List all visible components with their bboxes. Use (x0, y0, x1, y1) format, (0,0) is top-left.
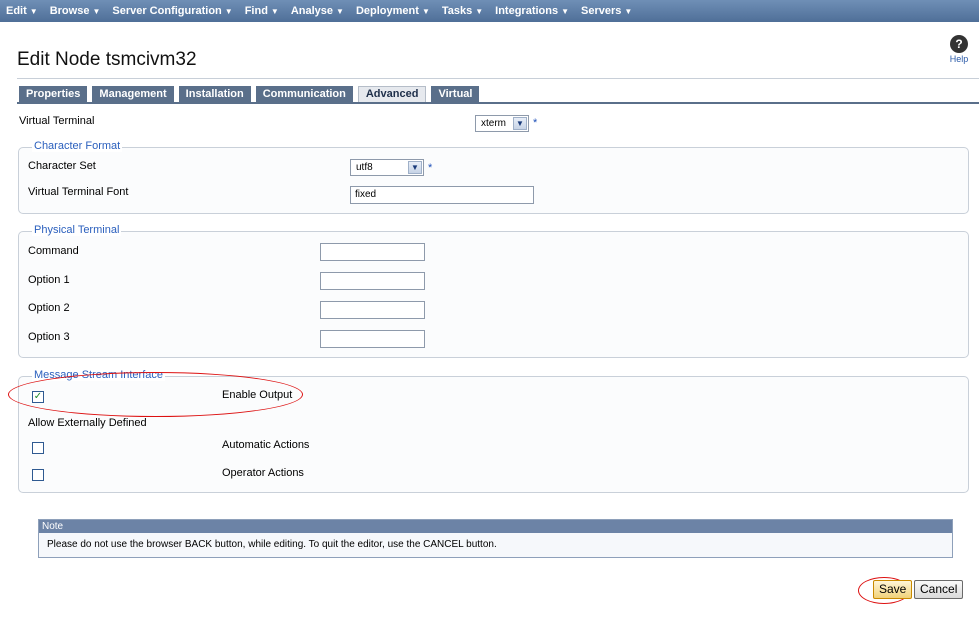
menu-edit-label: Edit (6, 5, 27, 17)
chevron-down-icon: ▼ (475, 6, 484, 16)
page-title: Edit Node tsmcivm32 (17, 49, 197, 70)
menu-find[interactable]: Find ▼ (245, 5, 279, 17)
option-1-label: Option 1 (28, 274, 70, 286)
chevron-down-icon: ▼ (270, 6, 279, 16)
command-input[interactable] (320, 243, 425, 261)
physical-terminal-legend: Physical Terminal (32, 224, 122, 236)
title-divider (17, 78, 979, 79)
option-3-label: Option 3 (28, 331, 70, 343)
chevron-down-icon: ▼ (29, 6, 38, 16)
allow-externally-defined-label: Allow Externally Defined (28, 417, 147, 429)
chevron-down-icon: ▼ (224, 6, 233, 16)
virtual-terminal-value: xterm (481, 118, 506, 129)
help-button[interactable]: ? Help (944, 35, 974, 64)
message-stream-legend: Message Stream Interface (32, 369, 166, 381)
chevron-down-icon: ▼ (408, 161, 422, 174)
menu-browse[interactable]: Browse ▼ (50, 5, 101, 17)
virtual-terminal-font-label: Virtual Terminal Font (28, 186, 129, 198)
physical-terminal-group (18, 231, 969, 358)
character-set-select[interactable]: utf8 ▼ (350, 159, 424, 176)
menu-integrations-label: Integrations (495, 5, 559, 17)
menu-deployment[interactable]: Deployment ▼ (356, 5, 430, 17)
tab-properties[interactable]: Properties (19, 86, 88, 102)
character-format-legend: Character Format (32, 140, 123, 152)
menu-analyse[interactable]: Analyse ▼ (291, 5, 344, 17)
automatic-actions-label: Automatic Actions (222, 439, 310, 451)
menu-analyse-label: Analyse (290, 5, 334, 17)
menu-tasks[interactable]: Tasks ▼ (442, 5, 483, 17)
required-marker: * (533, 117, 538, 129)
checkmark-icon: ✓ (33, 391, 43, 402)
enable-output-checkbox[interactable]: ✓ (32, 391, 44, 403)
tab-virtual[interactable]: Virtual (431, 86, 480, 102)
menu-tasks-label: Tasks (441, 5, 473, 17)
note-text: Please do not use the browser BACK butto… (39, 533, 952, 557)
menu-bar: Edit ▼ Browse ▼ Server Configuration ▼ Find… (0, 0, 979, 22)
save-button[interactable]: Save (873, 580, 913, 599)
menu-deployment-label: Deployment (355, 5, 419, 17)
note-box: Note Please do not use the browser BACK … (38, 519, 953, 558)
tab-divider (17, 102, 979, 104)
menu-browse-label: Browse (49, 5, 90, 17)
virtual-terminal-label: Virtual Terminal (19, 115, 95, 127)
menu-server-configuration-label: Server Configuration (112, 5, 222, 17)
character-set-value: utf8 (356, 162, 373, 173)
option-1-input[interactable] (320, 272, 425, 290)
message-stream-group (18, 376, 969, 493)
option-2-label: Option 2 (28, 302, 70, 314)
tab-bar: Properties Management Installation Commu… (19, 86, 484, 103)
required-marker: * (428, 162, 433, 174)
chevron-down-icon: ▼ (92, 6, 101, 16)
option-3-input[interactable] (320, 330, 425, 348)
enable-output-label: Enable Output (222, 389, 293, 401)
menu-integrations[interactable]: Integrations ▼ (495, 5, 569, 17)
chevron-down-icon: ▼ (513, 117, 527, 130)
operator-actions-label: Operator Actions (222, 467, 304, 479)
menu-servers-label: Servers (581, 5, 622, 17)
help-label: Help (949, 54, 969, 64)
tab-installation[interactable]: Installation (178, 86, 251, 102)
option-2-input[interactable] (320, 301, 425, 319)
menu-server-configuration[interactable]: Server Configuration ▼ (112, 5, 232, 17)
note-heading: Note (39, 520, 952, 533)
operator-actions-checkbox[interactable] (32, 469, 44, 481)
chevron-down-icon: ▼ (421, 6, 430, 16)
menu-servers[interactable]: Servers ▼ (581, 5, 632, 17)
automatic-actions-checkbox[interactable] (32, 442, 44, 454)
character-set-label: Character Set (28, 160, 96, 172)
chevron-down-icon: ▼ (624, 6, 633, 16)
chevron-down-icon: ▼ (336, 6, 344, 16)
menu-find-label: Find (244, 5, 268, 17)
command-label: Command (28, 245, 79, 257)
virtual-terminal-font-input[interactable]: fixed (350, 186, 534, 204)
tab-communication[interactable]: Communication (255, 86, 353, 102)
chevron-down-icon: ▼ (561, 6, 570, 16)
cancel-button[interactable]: Cancel (914, 580, 964, 599)
menu-edit[interactable]: Edit ▼ (6, 5, 38, 17)
tab-advanced[interactable]: Advanced (357, 86, 427, 103)
tab-management[interactable]: Management (92, 86, 174, 102)
question-icon: ? (950, 35, 968, 53)
virtual-terminal-select[interactable]: xterm ▼ (475, 115, 529, 132)
